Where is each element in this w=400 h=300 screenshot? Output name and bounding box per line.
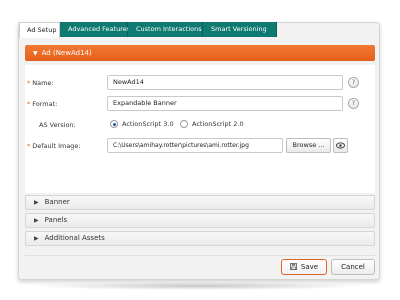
name-help-icon[interactable]: ?	[348, 77, 359, 88]
name-label: * Name:	[27, 79, 54, 87]
tab-bar: Ad Setup Advanced Features Custom Intera…	[19, 22, 277, 38]
tab-advanced-features[interactable]: Advanced Features	[60, 22, 130, 37]
format-label: * Format:	[27, 100, 58, 108]
format-select[interactable]: Expandable Banner	[107, 96, 343, 111]
required-marker: *	[27, 142, 31, 150]
triangle-right-icon: ▶	[34, 217, 39, 224]
format-row: * Format: Expandable Banner ?	[25, 96, 375, 112]
browse-button[interactable]: Browse ...	[286, 138, 331, 153]
banner-panel-header[interactable]: ▶ Banner	[25, 195, 375, 210]
default-image-label: * Default Image:	[27, 142, 81, 150]
tab-smart-versioning[interactable]: Smart Versioning	[203, 22, 277, 37]
cancel-button[interactable]: Cancel	[331, 259, 375, 275]
radio-actionscript-2[interactable]	[180, 120, 188, 128]
dialog-shadow	[30, 282, 368, 290]
additional-assets-panel-header[interactable]: ▶ Additional Assets	[25, 231, 375, 246]
triangle-right-icon: ▶	[34, 235, 39, 242]
triangle-down-icon: ▼	[33, 50, 38, 57]
format-help-icon[interactable]: ?	[348, 98, 359, 109]
default-image-row: * Default Image: C:\Users\amihay.rotter\p…	[25, 138, 375, 154]
save-label: Save	[300, 263, 319, 271]
ad-form: * Name: NewAd14 ? * Format: Expandable Ban…	[25, 65, 375, 193]
as-version-label: AS Version:	[39, 121, 76, 129]
name-row: * Name: NewAd14 ?	[25, 75, 375, 91]
eye-icon	[336, 142, 345, 149]
ad-section-header[interactable]: ▼ Ad (NewAd14)	[25, 45, 375, 61]
ad-section-title: Ad (NewAd14)	[41, 49, 92, 57]
tab-ad-setup[interactable]: Ad Setup	[19, 22, 60, 38]
ad-setup-dialog: Ad Setup Advanced Features Custom Intera…	[18, 22, 380, 280]
name-input[interactable]: NewAd14	[107, 75, 343, 90]
triangle-right-icon: ▶	[34, 199, 39, 206]
tab-custom-interactions[interactable]: Custom Interactions	[128, 22, 203, 37]
footer-divider	[25, 255, 375, 256]
actionscript-3-label: ActionScript 3.0	[122, 120, 174, 128]
save-button[interactable]: Save	[281, 259, 327, 275]
preview-button[interactable]	[333, 138, 348, 153]
banner-panel-label: Banner	[44, 198, 70, 206]
panels-panel-header[interactable]: ▶ Panels	[25, 213, 375, 228]
required-marker: *	[27, 79, 31, 87]
required-marker: *	[27, 100, 31, 108]
panels-panel-label: Panels	[44, 216, 68, 224]
radio-actionscript-3[interactable]	[110, 120, 118, 128]
floppy-disk-icon	[290, 261, 297, 275]
default-image-path-input[interactable]: C:\Users\amihay.rotter\pictures\ami.rott…	[107, 138, 283, 153]
additional-assets-panel-label: Additional Assets	[44, 234, 105, 242]
actionscript-2-label: ActionScript 2.0	[192, 120, 244, 128]
as-version-row: AS Version: ActionScript 3.0 ActionScrip…	[25, 117, 375, 133]
